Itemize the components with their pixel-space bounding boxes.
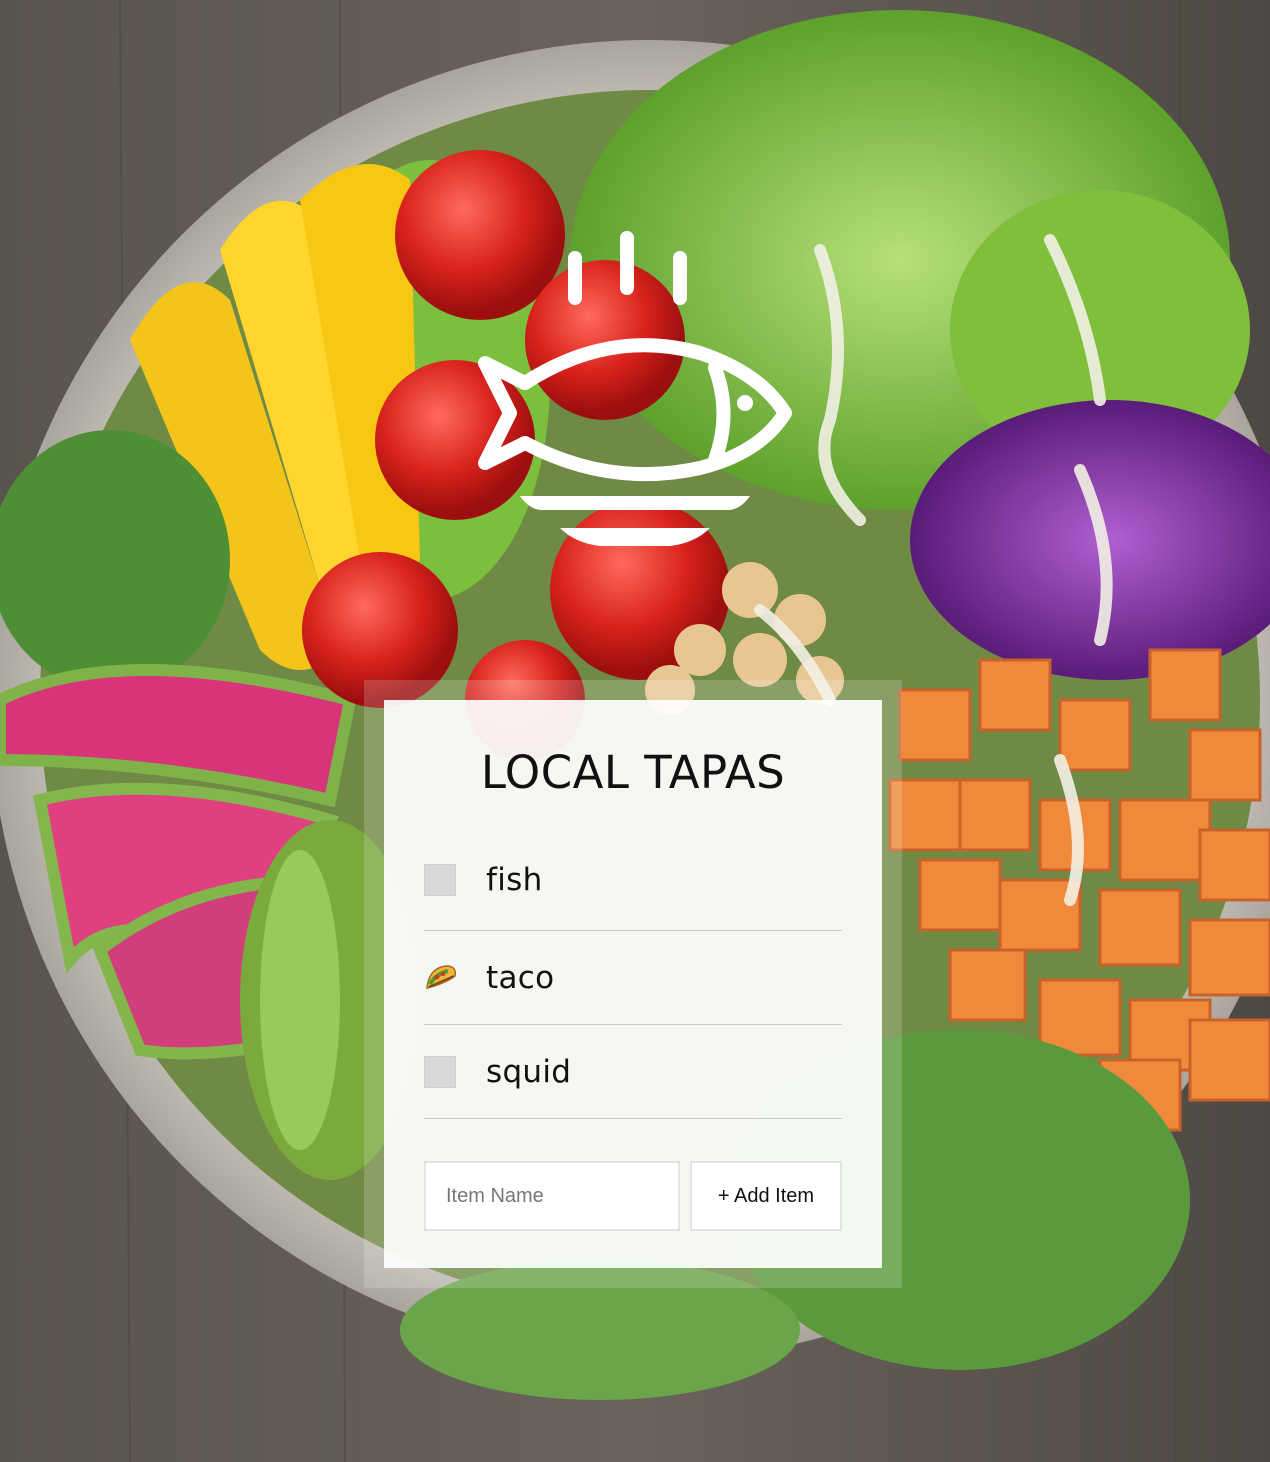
list-item[interactable]: squid bbox=[424, 1025, 842, 1119]
list-item[interactable]: fish bbox=[424, 830, 842, 931]
fish-on-plate-icon bbox=[478, 231, 792, 546]
add-item-button[interactable]: + Add Item bbox=[690, 1161, 842, 1231]
items-list: fish taco squid bbox=[424, 830, 842, 1119]
item-name-input[interactable] bbox=[424, 1161, 680, 1231]
list-item[interactable]: taco bbox=[424, 931, 842, 1025]
card-title: LOCAL TAPAS bbox=[480, 746, 786, 799]
taco-icon[interactable] bbox=[424, 962, 457, 994]
add-item-form: + Add Item bbox=[424, 1161, 842, 1231]
item-label: squid bbox=[486, 1053, 572, 1090]
tapas-list-card: LOCAL TAPAS fish taco squid + A bbox=[384, 700, 882, 1268]
item-label: fish bbox=[486, 862, 543, 898]
checkbox-empty-icon[interactable] bbox=[424, 864, 456, 896]
item-label: taco bbox=[486, 959, 555, 996]
checkbox-empty-icon[interactable] bbox=[424, 1055, 456, 1088]
